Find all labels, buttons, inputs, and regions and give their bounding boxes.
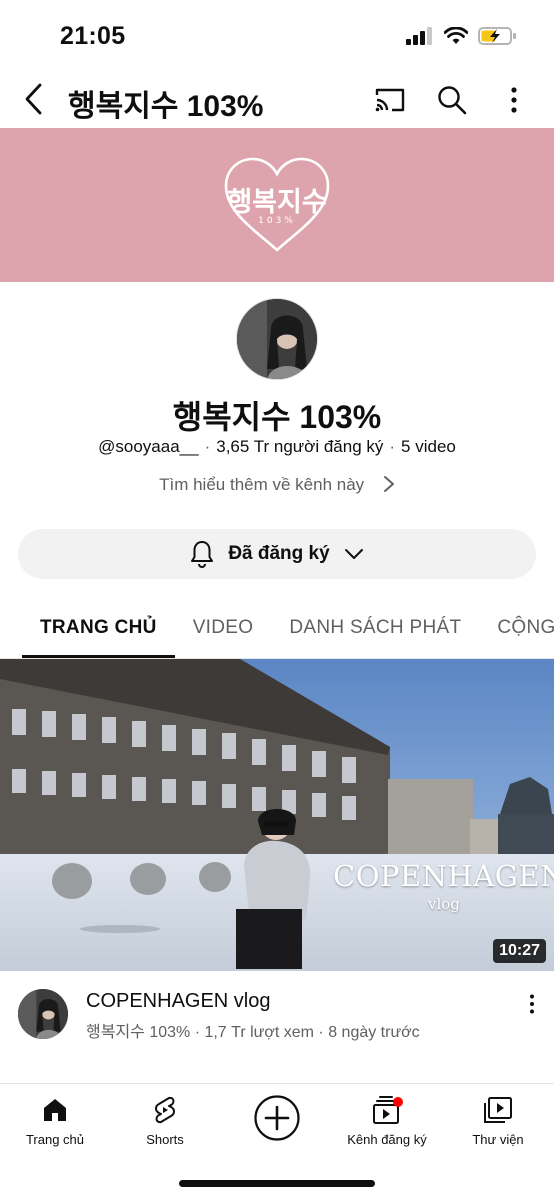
video-more-button[interactable] [520,990,544,1018]
library-icon [484,1097,512,1123]
nav-subscriptions[interactable]: Kênh đăng ký [332,1094,442,1147]
video-meta: 행복지수 103% · 1,7 Tr lượt xem · 8 ngày trư… [86,1024,420,1041]
home-indicator [179,1180,375,1187]
cast-icon [375,88,405,112]
back-arrow-icon [25,83,42,115]
separator-dot: · [204,437,211,456]
channel-meta: @sooyaaa__ · 3,65 Tr người đăng ký · 5 video [0,437,554,457]
subscriber-count: 3,65 Tr người đăng ký [216,437,384,456]
header-title: 행복지수 103% [68,90,264,123]
thumbnail-title-text: COPENHAGEN [333,859,554,893]
avatar-photo [18,989,68,1039]
status-icons [406,26,518,46]
tab-videos[interactable]: VIDEO [175,600,272,658]
video-title[interactable]: COPENHAGEN vlog [86,990,271,1013]
chevron-down-icon [344,549,363,559]
nav-subscriptions-label: Kênh đăng ký [347,1132,427,1147]
nav-shorts-label: Shorts [146,1132,184,1147]
search-icon [438,86,467,115]
create-icon [254,1095,300,1141]
more-vertical-icon [530,994,534,1014]
bell-icon [191,541,214,568]
channel-handle: @sooyaaa__ [98,437,199,456]
subscriptions-icon [373,1096,403,1124]
tab-community[interactable]: CỘNG ĐỒNG [479,600,554,658]
back-button[interactable] [18,80,50,118]
subscribed-button[interactable]: Đã đăng ký [18,529,536,579]
more-options-button[interactable] [496,82,532,118]
nav-shorts[interactable]: Shorts [110,1094,220,1147]
banner-logo-text: 행복지수 [227,187,327,218]
channel-tabs: TRANG CHỦ VIDEO DANH SÁCH PHÁT CỘNG ĐỒNG [0,600,554,658]
wifi-icon [444,27,468,44]
tab-home[interactable]: TRANG CHỦ [22,600,175,658]
nav-create[interactable] [222,1094,332,1142]
channel-avatar[interactable] [236,298,318,380]
about-link-label: Tìm hiểu thêm về kênh này [159,475,365,494]
video-channel-avatar[interactable] [18,989,68,1039]
avatar-photo [237,299,317,379]
thumbnail-subtitle-text: vlog [428,895,460,913]
search-button[interactable] [434,82,470,118]
cast-button[interactable] [372,82,408,118]
home-icon [44,1099,66,1121]
channel-banner: 행복지수 103% [0,128,554,282]
channel-name: 행복지수 103% [172,399,382,435]
video-count: 5 video [401,437,456,456]
thumbnail-image [0,659,554,971]
tab-playlists[interactable]: DANH SÁCH PHÁT [271,600,479,658]
nav-home[interactable]: Trang chủ [0,1094,110,1147]
status-time: 21:05 [60,22,126,50]
more-vertical-icon [511,87,517,113]
separator-dot: · [389,437,396,456]
nav-home-label: Trang chủ [25,1132,85,1147]
nav-library-label: Thư viện [472,1132,524,1147]
app-header: 행복지수 103% [0,70,554,128]
banner-logo-subtext: 103% [258,216,296,226]
nav-library[interactable]: Thư viện [443,1094,553,1147]
battery-charging-icon [478,27,516,45]
chevron-right-icon [383,476,394,492]
about-channel-link[interactable]: Tìm hiểu thêm về kênh này [0,475,554,495]
subscribed-label: Đã đăng ký [228,543,330,564]
cellular-signal-icon [406,27,432,45]
video-duration-badge: 10:27 [493,939,546,963]
featured-video-thumbnail[interactable]: COPENHAGEN vlog 10:27 [0,659,554,971]
shorts-icon [155,1096,175,1124]
status-bar: 21:05 [0,0,554,70]
